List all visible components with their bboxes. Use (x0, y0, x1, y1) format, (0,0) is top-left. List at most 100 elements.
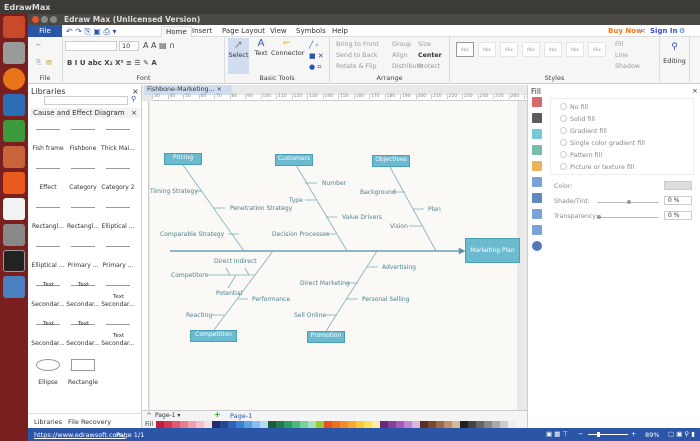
cause-advertising[interactable]: Advertising (382, 264, 416, 271)
palette-swatch[interactable] (468, 421, 476, 428)
website-link[interactable]: https://www.edrawsoft.com/ (34, 431, 125, 439)
line-panel-icon[interactable] (532, 113, 542, 123)
cause-sell-online[interactable]: Sell Online (294, 312, 326, 319)
cause-competitors[interactable]: Competitors (171, 272, 208, 279)
palette-swatch[interactable] (156, 421, 164, 428)
palette-swatch[interactable] (220, 421, 228, 428)
cause-performance[interactable]: Performance (252, 296, 290, 303)
shade-slider[interactable] (597, 200, 659, 204)
palette-swatch[interactable] (364, 421, 372, 428)
palette-swatch[interactable] (268, 421, 276, 428)
palette-swatch[interactable] (484, 421, 492, 428)
doc-panel-icon[interactable] (532, 209, 542, 219)
collapse-icon[interactable]: ^ (146, 412, 152, 420)
palette-swatch[interactable] (244, 421, 252, 428)
cause-number[interactable]: Number (322, 180, 346, 187)
fill-option-radio[interactable]: Gradient fill (560, 127, 607, 135)
page-tab[interactable]: Page-1 (230, 412, 252, 420)
palette-swatch[interactable] (236, 421, 244, 428)
palette-swatch[interactable] (476, 421, 484, 428)
palette-swatch[interactable] (316, 421, 324, 428)
fill-option-radio[interactable]: Pattern fill (560, 151, 602, 159)
palette-swatch[interactable] (460, 421, 468, 428)
transparency-input[interactable]: 0 % (664, 211, 692, 220)
palette-swatch[interactable] (292, 421, 300, 428)
palette-swatch[interactable] (252, 421, 260, 428)
fill-panel-icon[interactable] (532, 97, 542, 107)
shade-input[interactable]: 0 % (664, 196, 692, 205)
color-panel-icon[interactable] (532, 129, 542, 139)
cause-comparable[interactable]: Comparable Strategy (160, 231, 224, 238)
category-promotion[interactable]: Promotion (307, 331, 345, 343)
palette-swatch[interactable] (420, 421, 428, 428)
fill-option-radio[interactable]: No fill (560, 103, 588, 111)
palette-swatch[interactable] (372, 421, 380, 428)
fit-icons[interactable]: ▢ ▣ ⚲ ▮ (668, 430, 695, 438)
palette-swatch[interactable] (436, 421, 444, 428)
palette-swatch[interactable] (164, 421, 172, 428)
palette-swatch[interactable] (412, 421, 420, 428)
palette-swatch[interactable] (180, 421, 188, 428)
category-competition[interactable]: Competition (190, 330, 237, 342)
help-panel-icon[interactable] (532, 241, 542, 251)
palette-swatch[interactable] (340, 421, 348, 428)
palette-swatch[interactable] (300, 421, 308, 428)
palette-swatch[interactable] (452, 421, 460, 428)
globe-panel-icon[interactable] (532, 193, 542, 203)
palette-swatch[interactable] (348, 421, 356, 428)
cause-plan[interactable]: Plan (428, 206, 441, 213)
palette-swatch[interactable] (212, 421, 220, 428)
comment-panel-icon[interactable] (532, 225, 542, 235)
palette-swatch[interactable] (188, 421, 196, 428)
palette-swatch[interactable] (228, 421, 236, 428)
fill-option-radio[interactable]: Single color gradient fill (560, 139, 645, 147)
palette-swatch[interactable] (196, 421, 204, 428)
fill-option-radio[interactable]: Solid fill (560, 115, 595, 123)
cause-direct-marketing[interactable]: Direct Marketing (300, 280, 350, 287)
close-panel-icon[interactable]: × (692, 87, 698, 95)
zoom-out-button[interactable]: − (578, 430, 583, 438)
cause-penetration[interactable]: Penetration Strategy (230, 205, 292, 212)
palette-swatch[interactable] (388, 421, 396, 428)
category-objectives[interactable]: Objectives (372, 155, 410, 167)
add-page-button[interactable]: + (214, 410, 221, 419)
palette-swatch[interactable] (308, 421, 316, 428)
color-picker[interactable] (664, 181, 692, 190)
category-customers[interactable]: Customers (275, 154, 313, 166)
page-panel-icon[interactable] (532, 177, 542, 187)
cause-vision[interactable]: Vision (390, 223, 408, 230)
palette-swatch[interactable] (204, 421, 212, 428)
palette-swatch[interactable] (444, 421, 452, 428)
cause-personal-selling[interactable]: Personal Selling (362, 296, 410, 303)
palette-swatch[interactable] (324, 421, 332, 428)
palette-swatch[interactable] (356, 421, 364, 428)
palette-swatch[interactable] (508, 421, 516, 428)
layer-panel-icon[interactable] (532, 161, 542, 171)
palette-swatch[interactable] (284, 421, 292, 428)
palette-swatch[interactable] (332, 421, 340, 428)
page-select[interactable]: Page-1 ▾ (155, 412, 215, 420)
palette-swatch[interactable] (500, 421, 508, 428)
zoom-in-button[interactable]: + (631, 430, 636, 438)
image-panel-icon[interactable] (532, 145, 542, 155)
effect-marketing-plan[interactable]: Marketing Plan (465, 238, 520, 263)
palette-swatch[interactable] (276, 421, 284, 428)
cause-direct-indirect[interactable]: Direct Indirect (214, 258, 257, 265)
cause-reacting[interactable]: Reacting (186, 312, 212, 319)
cause-decision[interactable]: Decision Processes (272, 231, 329, 238)
category-pricing[interactable]: Pricing (164, 153, 202, 165)
cause-timing[interactable]: Timing Strategy (150, 188, 198, 195)
palette-swatch[interactable] (380, 421, 388, 428)
palette-swatch[interactable] (396, 421, 404, 428)
palette-swatch[interactable] (172, 421, 180, 428)
cause-background[interactable]: Background (360, 189, 396, 196)
palette-swatch[interactable] (260, 421, 268, 428)
palette-swatch[interactable] (404, 421, 412, 428)
cause-potential[interactable]: Potential (216, 290, 242, 297)
cause-value-drivers[interactable]: Value Drivers (342, 214, 382, 221)
palette-swatch[interactable] (428, 421, 436, 428)
palette-swatch[interactable] (492, 421, 500, 428)
transparency-slider[interactable] (597, 215, 659, 219)
fill-option-radio[interactable]: Picture or texture fill (560, 163, 634, 171)
zoom-slider[interactable] (588, 432, 628, 437)
